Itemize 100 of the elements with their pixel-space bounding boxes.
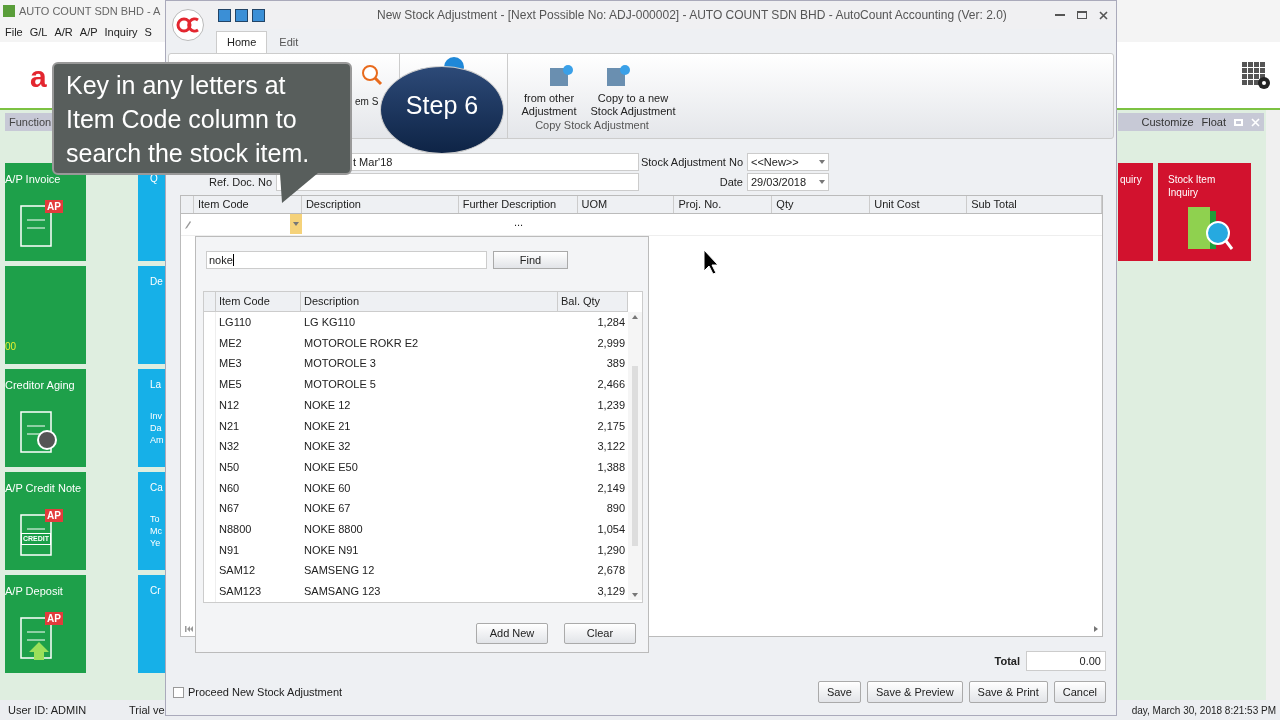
menu-item[interactable]: A/R [54,23,73,41]
column-header[interactable]: Unit Cost [870,196,968,213]
table-cell[interactable]: 1,284 [558,314,628,331]
table-cell[interactable]: N12 [216,396,301,414]
panel-action[interactable]: Customize [1141,113,1194,131]
table-cell[interactable]: 1,054 [558,520,628,538]
table-cell[interactable]: 3,129 [558,583,628,600]
function-tile[interactable]: A/P Deposit AP [5,575,86,673]
find-button[interactable]: Find [493,251,568,269]
table-cell[interactable]: NOKE 67 [301,500,558,517]
datetime-status: day, March 30, 2018 8:21:53 PM [1131,703,1276,718]
tile-text: Inv [150,410,163,422]
table-cell[interactable]: ME3 [216,355,301,372]
field-label: Ref. Doc. No [209,174,272,190]
table-cell[interactable]: SAMSENG 12 [301,562,558,579]
inquiry-tile[interactable]: Stock Item Inquiry [1158,163,1251,261]
popup-button[interactable]: Add New [476,623,548,644]
tile-label: A/P Deposit [5,584,64,599]
inquiry-tile[interactable]: quiry [1118,163,1153,261]
instruction-tooltip: Key in any letters at Item Code column to search the stock item. [52,62,352,175]
table-cell[interactable]: MOTOROLE 5 [301,376,558,393]
table-cell[interactable]: 1,290 [558,541,628,559]
table-cell[interactable]: NOKE 8800 [301,520,558,538]
column-header[interactable]: UOM [577,196,675,213]
menu-item[interactable]: G/L [29,23,48,41]
badge-label: AP [45,199,63,213]
column-header[interactable]: Description [301,196,459,213]
total-label: Total [994,653,1020,669]
column-header[interactable]: Description [301,292,558,311]
table-cell[interactable]: LG110 [216,314,301,331]
table-cell[interactable]: LG KG110 [301,314,558,331]
table-cell[interactable]: MOTOROLE ROKR E2 [301,334,558,352]
table-cell[interactable]: NOKE 60 [301,479,558,497]
ellipsis-button[interactable]: ... [513,214,524,235]
date-field[interactable]: 29/03/2018 [747,173,829,191]
table-cell[interactable]: N21 [216,417,301,435]
column-header[interactable]: Sub Total [967,196,1102,213]
function-tile[interactable]: A/P Invoice AP [5,163,86,261]
tile-text: Ye [150,537,162,549]
table-cell[interactable]: N8800 [216,520,301,538]
column-header[interactable]: Proj. No. [674,196,773,213]
adjustment-no-field[interactable]: <<New>> [747,153,829,171]
panel-action[interactable]: Float [1201,113,1226,131]
user-status: User ID: ADMIN [8,702,88,718]
checkbox-label: Proceed New Stock Adjustment [188,684,343,700]
table-cell[interactable]: ME2 [216,334,301,352]
ribbon-tab[interactable]: Home [216,31,268,53]
column-header[interactable]: Qty [772,196,871,213]
popup-button[interactable]: Clear [564,623,636,644]
column-header[interactable]: Further Description [458,196,578,213]
table-cell[interactable]: SAM123 [216,583,301,600]
column-header[interactable]: Item Code [216,292,301,311]
ribbon-tab[interactable]: Edit [269,31,309,53]
table-cell[interactable]: N50 [216,458,301,476]
menu-item[interactable]: S [144,23,152,41]
action-button[interactable]: Save & Preview [866,681,963,703]
table-cell[interactable]: NOKE N91 [301,541,558,559]
tile-label: A/P Credit Note [5,481,83,496]
table-cell[interactable]: 389 [558,355,628,372]
action-button[interactable]: Save & Print [968,681,1048,703]
search-field[interactable]: noke [206,251,487,269]
tile-label: La [150,378,163,392]
table-cell[interactable]: NOKE 21 [301,417,558,435]
action-button[interactable]: Save [817,681,861,703]
menu-item[interactable]: File [5,23,23,41]
menu-item[interactable]: Inquiry [104,23,138,41]
app-logo: a [30,62,47,92]
table-cell[interactable]: NOKE 32 [301,438,558,455]
table-cell[interactable]: N91 [216,541,301,559]
table-cell[interactable]: 3,122 [558,438,628,455]
table-cell[interactable]: 2,175 [558,417,628,435]
table-cell[interactable]: 2,466 [558,376,628,393]
table-cell[interactable]: 890 [558,500,628,517]
ribbon-group-label: Copy Stock Adjustment [535,118,649,133]
table-cell[interactable]: 1,388 [558,458,628,476]
tile-label: A/P Invoice [5,172,62,187]
table-cell[interactable]: 2,149 [558,479,628,497]
table-cell[interactable]: ME5 [216,376,301,393]
table-cell[interactable]: SAM12 [216,562,301,579]
ribbon-button[interactable]: Copy to a new Stock Adjustment [590,54,676,118]
table-cell[interactable]: N32 [216,438,301,455]
tile-text: Am [150,434,165,446]
badge-label: AP [45,611,63,625]
menu-item[interactable]: A/P [79,23,98,41]
table-cell[interactable]: N67 [216,500,301,517]
tile-label: De [150,275,164,289]
table-cell[interactable]: N60 [216,479,301,497]
tile-text: Da [150,422,163,434]
table-cell[interactable]: MOTOROLE 3 [301,355,558,372]
table-cell[interactable]: NOKE 12 [301,396,558,414]
ribbon-button[interactable]: from other Adjustment [508,54,590,118]
app-title: AUTO COUNT SDN BHD - A [19,3,161,19]
table-cell[interactable]: SAMSANG 123 [301,583,558,600]
table-cell[interactable]: 1,239 [558,396,628,414]
table-cell[interactable]: NOKE E50 [301,458,558,476]
column-header[interactable]: Bal. Qty [558,292,628,311]
table-cell[interactable]: 2,999 [558,334,628,352]
table-cell[interactable]: 2,678 [558,562,628,579]
tile-label: Cr [150,584,162,598]
action-button[interactable]: Cancel [1053,681,1106,703]
